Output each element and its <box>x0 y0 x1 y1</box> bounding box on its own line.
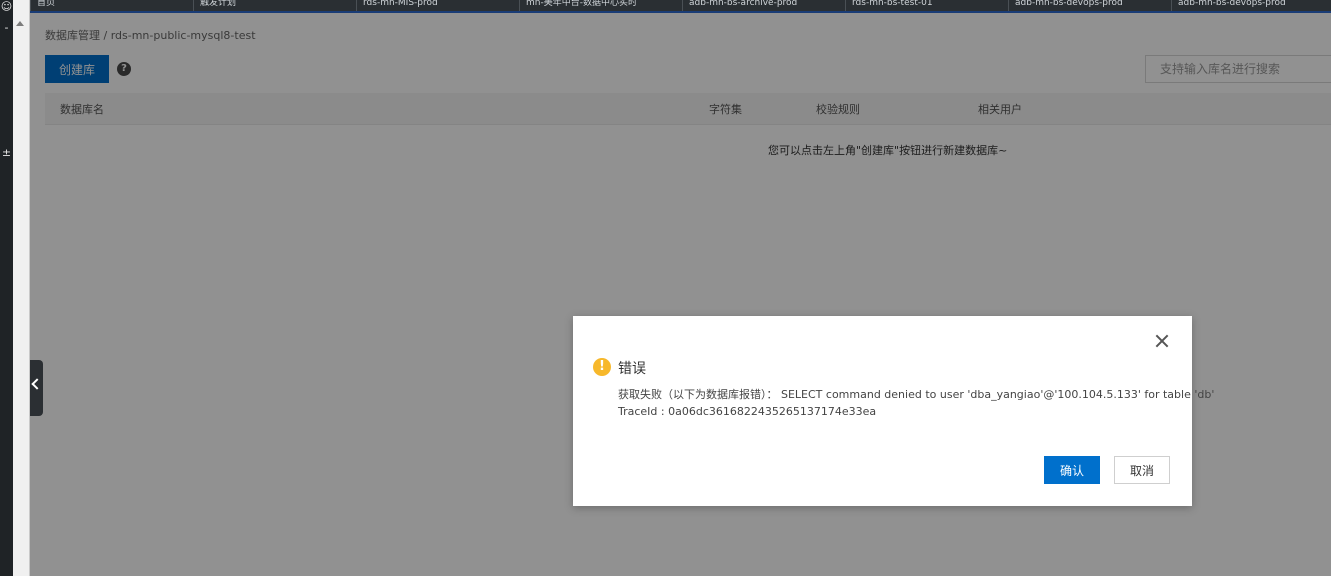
close-icon[interactable] <box>1153 332 1171 350</box>
vertical-scrollbar[interactable] <box>13 0 30 576</box>
menu-more-icon[interactable]: ± <box>0 147 13 159</box>
tab-adb-devops-1[interactable]: adb-mn-bs-devops-prod <box>1008 0 1171 11</box>
error-message: 获取失败（以下为数据库报错）： SELECT command denied to… <box>618 388 1215 401</box>
user-icon[interactable]: ☺ <box>0 1 13 13</box>
chevron-left-icon <box>31 378 43 390</box>
menu-dash-icon[interactable]: - <box>0 22 13 34</box>
confirm-button[interactable]: 确认 <box>1044 456 1100 484</box>
tab-home[interactable]: 首页 <box>30 0 193 11</box>
tab-adb-archive[interactable]: adb-mn-bs-archive-prod <box>682 0 845 11</box>
tab-data-center[interactable]: mn-美年中台-数据中心实时 <box>519 0 682 11</box>
tab-adb-devops-2[interactable]: adb-mn-bs-devops-prod <box>1171 0 1331 11</box>
tab-rds-bs-test[interactable]: rds-mn-bs-test-01 <box>845 0 1008 11</box>
tab-rds-mis-prod[interactable]: rds-mn-MIS-prod <box>356 0 519 11</box>
trace-id: TraceId : 0a06dc3616822435265137174e33ea <box>618 405 877 418</box>
dialog-title: 错误 <box>618 361 646 377</box>
scroll-up-arrow-icon[interactable] <box>16 21 24 26</box>
sidebar-collapse-handle[interactable] <box>30 360 43 416</box>
cancel-button[interactable]: 取消 <box>1114 456 1170 484</box>
error-dialog: ! 错误 获取失败（以下为数据库报错）： SELECT command deni… <box>573 316 1214 506</box>
left-sidebar: ☺ - ± <box>0 0 13 576</box>
tab-trigger-plan[interactable]: 触发计划 <box>193 0 356 11</box>
warning-icon: ! <box>593 358 611 376</box>
